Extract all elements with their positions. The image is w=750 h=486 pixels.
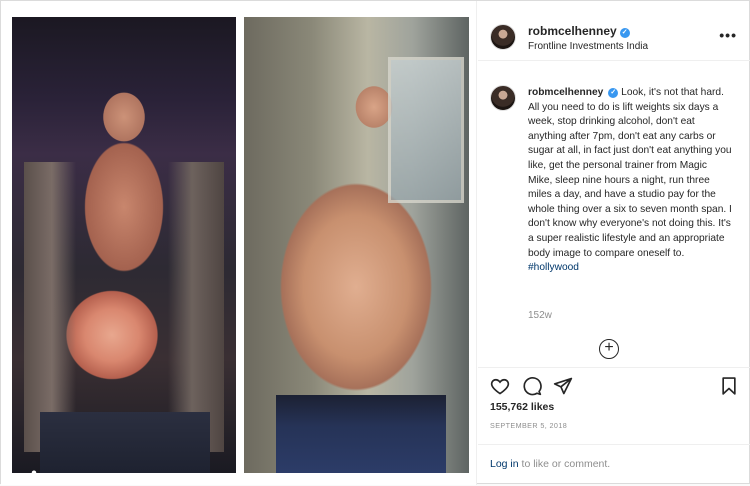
post-media — [1, 1, 477, 485]
comments-section: robmcelhenney ✓ Look, it's not that hard.… — [478, 62, 750, 366]
comment-icon[interactable] — [522, 376, 542, 396]
avatar[interactable] — [490, 24, 516, 50]
bookmark-icon[interactable] — [719, 376, 739, 396]
header-username-text[interactable]: robmcelhenney — [528, 24, 617, 38]
verified-badge-icon: ✓ — [608, 88, 619, 98]
verified-badge-icon: ✓ — [619, 28, 630, 38]
more-options-icon[interactable]: ••• — [719, 27, 737, 43]
caption-username[interactable]: robmcelhenney — [528, 87, 603, 98]
post-header: robmcelhenney ✓ Frontline Investments Ind… — [478, 1, 750, 61]
before-photo — [12, 17, 236, 473]
instagram-post-view: robmcelhenney ✓ Frontline Investments Ind… — [0, 0, 750, 485]
login-link[interactable]: Log in — [490, 458, 519, 470]
hashtag-link[interactable]: #hollywood — [528, 262, 579, 273]
login-text: Log in to like or comment. — [490, 458, 610, 470]
post-date: SEPTEMBER 5, 2018 — [490, 421, 568, 430]
header-username[interactable]: robmcelhenney ✓ — [528, 24, 630, 38]
user-tag-icon[interactable] — [26, 469, 42, 473]
paper-plane-icon[interactable] — [553, 376, 573, 396]
plus-circle-icon[interactable]: + — [599, 339, 619, 359]
login-suffix: to like or comment. — [518, 458, 611, 470]
heart-icon[interactable] — [490, 376, 510, 396]
post-side-panel: robmcelhenney ✓ Frontline Investments Ind… — [478, 1, 750, 485]
post-actions: 155,762 likes SEPTEMBER 5, 2018 Log in t… — [478, 367, 750, 485]
after-photo — [244, 17, 469, 473]
caption-avatar[interactable] — [490, 85, 516, 111]
post-caption: robmcelhenney ✓ Look, it's not that hard.… — [528, 86, 734, 276]
post-time-ago[interactable]: 152w — [528, 310, 552, 321]
caption-text: Look, it's not that hard. All you need t… — [528, 87, 732, 259]
post-location[interactable]: Frontline Investments India — [528, 41, 648, 52]
like-count[interactable]: 155,762 likes — [490, 401, 554, 413]
login-prompt: Log in to like or comment. — [478, 444, 750, 486]
